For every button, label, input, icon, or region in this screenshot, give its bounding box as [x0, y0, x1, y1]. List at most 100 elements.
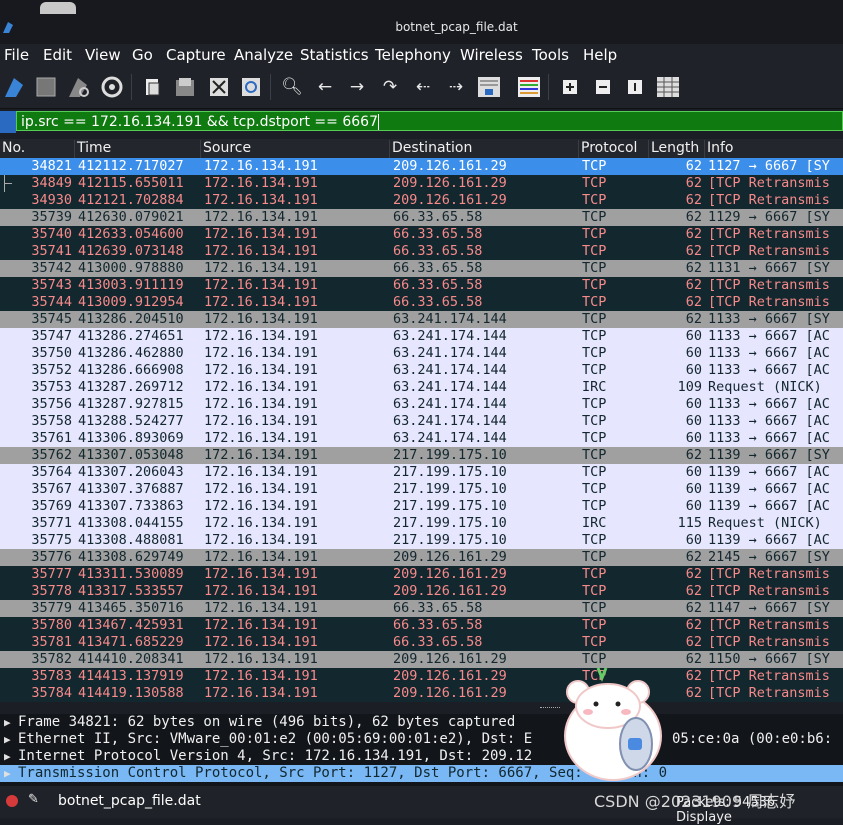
menu-help[interactable]: Help	[583, 46, 617, 64]
packet-row[interactable]: 35769 413307.733863 172.16.134.191 217.199.…	[0, 498, 843, 515]
menu-view[interactable]: View	[85, 46, 121, 64]
go-last-packet-icon[interactable]: ⇢	[443, 74, 469, 100]
go-to-packet-icon[interactable]: ↷	[377, 74, 403, 100]
filter-bookmark-icon[interactable]	[0, 111, 16, 133]
menu-telephony[interactable]: Telephony	[375, 46, 451, 64]
packet-row[interactable]: 35752 413286.666908 172.16.134.191 63.241.1…	[0, 362, 843, 379]
normal-size-icon[interactable]	[622, 74, 648, 100]
packet-row[interactable]: 34930 412121.702884 172.16.134.191 209.126.…	[0, 192, 843, 209]
menu-tools[interactable]: Tools	[532, 46, 569, 64]
expand-arrow-icon[interactable]: ▶	[4, 714, 11, 731]
packet-details-pane: ▶ Frame 34821: 62 bytes on wire (496 bits…	[0, 714, 843, 786]
packet-row[interactable]: 35767 413307.376887 172.16.134.191 217.199.…	[0, 481, 843, 498]
packet-row[interactable]: 35739 412630.079021 172.16.134.191 66.33.65…	[0, 209, 843, 226]
packet-source: 172.16.134.191	[204, 583, 318, 599]
zoom-in-icon[interactable]	[557, 74, 583, 100]
packet-row[interactable]: 35777 413311.530089 172.16.134.191 209.126.…	[0, 566, 843, 583]
col-header-destination[interactable]: Destination	[389, 140, 472, 158]
reload-file-icon[interactable]	[238, 74, 264, 100]
colorize-icon[interactable]	[516, 74, 542, 100]
packet-length: 62	[685, 311, 702, 327]
packet-destination: 209.126.161.29	[393, 685, 507, 701]
menu-go[interactable]: Go	[132, 46, 153, 64]
packet-time: 413317.533557	[78, 583, 184, 599]
packet-no: 35776	[31, 549, 72, 565]
main-toolbar: 🔍︎ ← → ↷ ⇠ ⇢	[0, 66, 843, 109]
stop-capture-icon[interactable]	[33, 74, 59, 100]
packet-info: 1133 → 6667 [SY	[708, 311, 830, 327]
auto-scroll-icon[interactable]	[476, 74, 502, 100]
packet-row[interactable]: 35783 414413.137919 172.16.134.191 209.126.…	[0, 668, 843, 685]
find-packet-icon[interactable]: 🔍︎	[279, 74, 305, 100]
start-capture-icon[interactable]	[2, 74, 28, 100]
menu-statistics[interactable]: Statistics	[300, 46, 369, 64]
detail-tree-item[interactable]: ▶ Ethernet II, Src: VMware_00:01:e2 (00:0…	[0, 731, 843, 748]
packet-source: 172.16.134.191	[204, 566, 318, 582]
packet-row[interactable]: 35753 413287.269712 172.16.134.191 63.241.1…	[0, 379, 843, 396]
packet-no: 35744	[31, 294, 72, 310]
capture-comment-icon[interactable]: ✎	[28, 792, 39, 807]
window-grip[interactable]	[40, 2, 76, 14]
detail-tree-item[interactable]: ▶ Internet Protocol Version 4, Src: 172.1…	[0, 748, 843, 765]
packet-row[interactable]: 35758 413288.524277 172.16.134.191 63.241.1…	[0, 413, 843, 430]
detail-tree-item[interactable]: ▶ Frame 34821: 62 bytes on wire (496 bits…	[0, 714, 843, 731]
packet-destination: 209.126.161.29	[393, 566, 507, 582]
col-header-protocol[interactable]: Protocol	[578, 140, 637, 158]
packet-row[interactable]: 35741 412639.073148 172.16.134.191 66.33.65…	[0, 243, 843, 260]
packet-row[interactable]: 35756 413287.927815 172.16.134.191 63.241.1…	[0, 396, 843, 413]
packet-row[interactable]: 34821 412112.717027 172.16.134.191 209.126.…	[0, 158, 843, 175]
open-file-icon[interactable]	[140, 74, 166, 100]
packet-row[interactable]: 35780 413467.425931 172.16.134.191 66.33.65…	[0, 617, 843, 634]
packet-row[interactable]: 35782 414410.208341 172.16.134.191 209.126.…	[0, 651, 843, 668]
packet-row[interactable]: 35742 413000.978880 172.16.134.191 66.33.65…	[0, 260, 843, 277]
menu-file[interactable]: File	[4, 46, 29, 64]
expand-arrow-icon[interactable]: ▶	[4, 731, 11, 748]
go-back-icon[interactable]: ←	[312, 74, 338, 100]
packet-row[interactable]: 35762 413307.053048 172.16.134.191 217.199.…	[0, 447, 843, 464]
col-header-info[interactable]: Info	[704, 140, 734, 158]
resize-columns-icon[interactable]	[655, 74, 681, 100]
close-file-icon[interactable]	[206, 74, 232, 100]
packet-protocol: TCP	[582, 396, 607, 412]
restart-capture-icon[interactable]	[66, 74, 92, 100]
go-forward-icon[interactable]: →	[344, 74, 370, 100]
menu-wireless[interactable]: Wireless	[460, 46, 523, 64]
packet-row[interactable]: 35750 413286.462880 172.16.134.191 63.241.1…	[0, 345, 843, 362]
packet-row[interactable]: 34849 412115.655011 172.16.134.191 209.126.…	[0, 175, 843, 192]
packet-row[interactable]: 35784 414419.130588 172.16.134.191 209.126.…	[0, 685, 843, 702]
expert-info-icon[interactable]	[6, 795, 18, 807]
col-header-length[interactable]: Length	[648, 140, 699, 158]
packet-row[interactable]: 35781 413471.685229 172.16.134.191 66.33.65…	[0, 634, 843, 651]
packet-source: 172.16.134.191	[204, 379, 318, 395]
packet-row[interactable]: 35775 413308.488081 172.16.134.191 217.199.…	[0, 532, 843, 549]
packet-row[interactable]: 35743 413003.911119 172.16.134.191 66.33.65…	[0, 277, 843, 294]
zoom-out-icon[interactable]	[590, 74, 616, 100]
packet-row[interactable]: 35761 413306.893069 172.16.134.191 63.241.1…	[0, 430, 843, 447]
packet-no: 35781	[31, 634, 72, 650]
col-header-time[interactable]: Time	[74, 140, 111, 158]
packet-protocol: TCP	[582, 209, 607, 225]
capture-options-icon[interactable]	[99, 74, 125, 100]
packet-row[interactable]: 35744 413009.912954 172.16.134.191 66.33.65…	[0, 294, 843, 311]
save-file-icon[interactable]	[172, 74, 198, 100]
go-first-packet-icon[interactable]: ⇠	[410, 74, 436, 100]
pane-splitter[interactable]	[0, 702, 843, 714]
packet-row[interactable]: 35764 413307.206043 172.16.134.191 217.199.…	[0, 464, 843, 481]
menu-analyze[interactable]: Analyze	[234, 46, 293, 64]
packet-row[interactable]: 35771 413308.044155 172.16.134.191 217.199.…	[0, 515, 843, 532]
col-header-source[interactable]: Source	[200, 140, 251, 158]
packet-row[interactable]: 35747 413286.274651 172.16.134.191 63.241.1…	[0, 328, 843, 345]
col-header-no[interactable]: No.	[0, 140, 25, 158]
expand-arrow-icon[interactable]: ▶	[4, 765, 11, 782]
packet-row[interactable]: 35779 413465.350716 172.16.134.191 66.33.65…	[0, 600, 843, 617]
menu-capture[interactable]: Capture	[166, 46, 226, 64]
detail-tree-item[interactable]: ▶ Transmission Control Protocol, Src Port…	[0, 765, 843, 782]
packet-row[interactable]: 35778 413317.533557 172.16.134.191 209.126.…	[0, 583, 843, 600]
packet-info: 1133 → 6667 [AC	[708, 362, 830, 378]
display-filter-input[interactable]: ip.src == 172.16.134.191 && tcp.dstport …	[16, 111, 843, 131]
menu-edit[interactable]: Edit	[43, 46, 72, 64]
packet-row[interactable]: 35745 413286.204510 172.16.134.191 63.241.1…	[0, 311, 843, 328]
packet-row[interactable]: 35776 413308.629749 172.16.134.191 209.126.…	[0, 549, 843, 566]
expand-arrow-icon[interactable]: ▶	[4, 748, 11, 765]
packet-row[interactable]: 35740 412633.054600 172.16.134.191 66.33.65…	[0, 226, 843, 243]
